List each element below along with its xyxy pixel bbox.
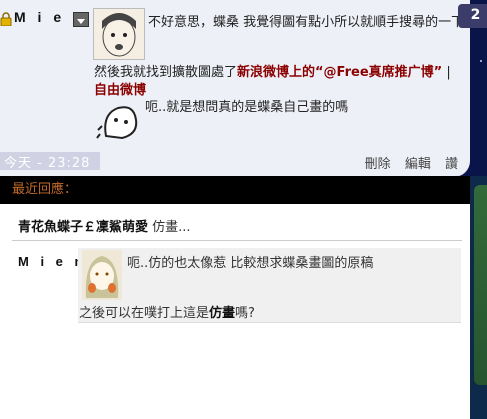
response-author[interactable]: 青花魚蝶子￡凜鯊萌愛 [18, 220, 148, 235]
reply-text-part: 嗎? [235, 306, 255, 321]
message-line: 不好意思，蝶桑 我覺得圖有點小所以就順手搜尋的一下 記起 [148, 15, 487, 30]
reply-text-part: 之後可以在噗打上這是 [79, 306, 210, 321]
message-line: 呃..就是想問真的是蝶桑自己畫的嗎 [145, 100, 349, 115]
doodle-image [96, 106, 138, 140]
count-badge[interactable]: 2 [458, 4, 487, 28]
delete-button[interactable]: 刪除 [365, 157, 391, 172]
chevron-down-icon[interactable] [73, 12, 89, 27]
post-actions: 刪除 編輯 讚 [355, 153, 458, 172]
message-text: 然後我就找到擴散圖處了 [94, 65, 238, 80]
response-item: 青花魚蝶子￡凜鯊萌愛 仿畫... [18, 216, 191, 235]
responses-header: 最近回應： [0, 176, 470, 204]
post-card: M i e m 不好意思，蝶桑 我覺得圖有點小所以就順手搜尋的一下 記起 2 然… [0, 0, 487, 177]
weibo-link[interactable]: 新浪微博上的“@Free真席推广博” [237, 65, 442, 80]
avatar[interactable] [93, 8, 145, 60]
background-tree [474, 185, 487, 385]
like-button[interactable]: 讚 [445, 157, 458, 172]
timestamp: 今天 - 23:28 [4, 156, 91, 171]
reply-text: 之後可以在噗打上這是仿畫嗎? [79, 302, 255, 321]
response-text: 仿畫... [148, 220, 191, 235]
reply-text-bold: 仿畫 [209, 306, 236, 321]
free-weibo-link[interactable]: 自由微博 [94, 79, 146, 98]
edit-button[interactable]: 編輯 [405, 157, 431, 172]
lock-icon [0, 12, 12, 26]
divider [12, 240, 462, 241]
message-line: 然後我就找到擴散圖處了新浪微博上的“@Free真席推广博” | [94, 61, 451, 80]
message-text: | [442, 65, 451, 80]
reply-text: 呃..仿的也太像惹 比較想求蝶桑畫圖的原稿 [127, 256, 374, 271]
responses-list: 青花魚蝶子￡凜鯊萌愛 仿畫... M i e m 呃..仿的也太像惹 比較想求蝶… [0, 204, 470, 419]
avatar[interactable] [82, 250, 122, 300]
